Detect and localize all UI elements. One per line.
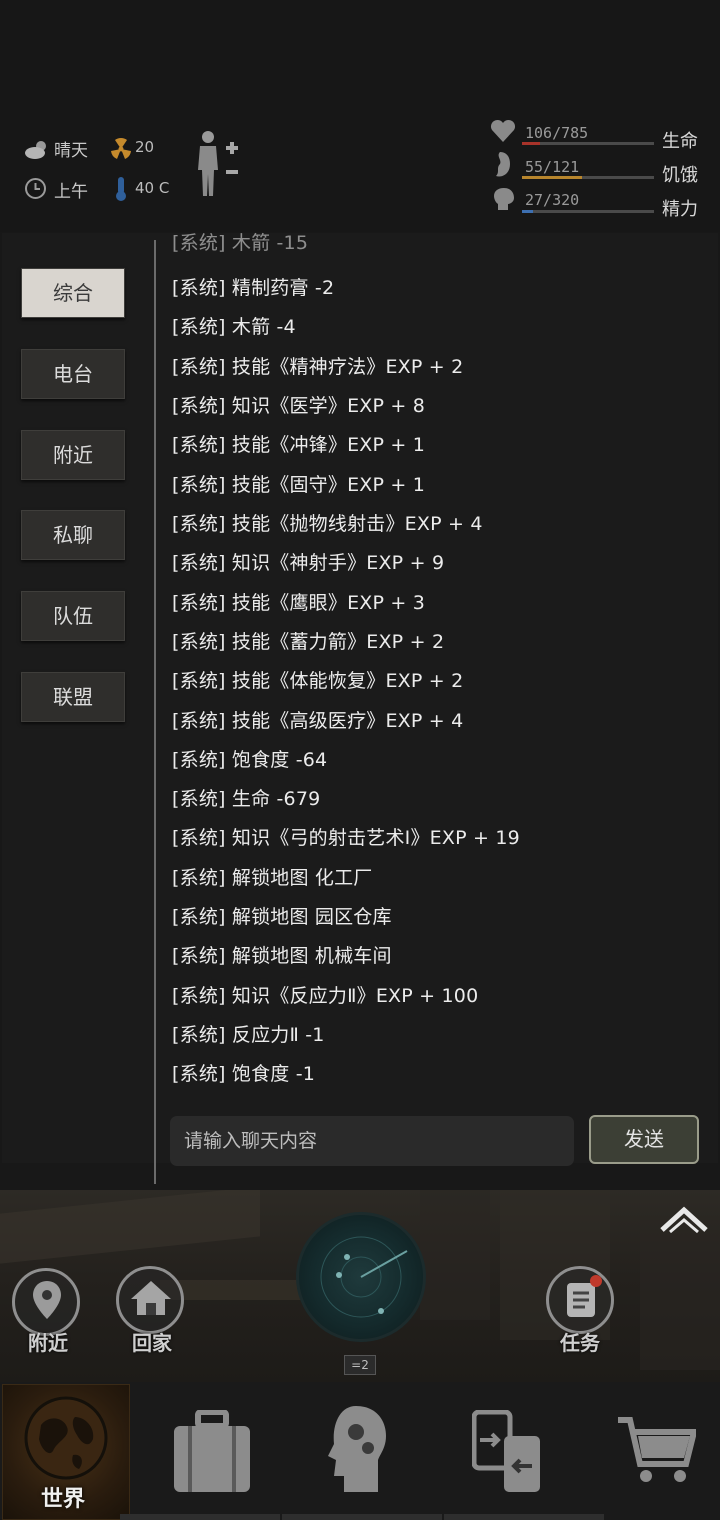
energy-label: 精力: [662, 199, 698, 220]
list-item: [系统] 知识《医学》EXP + 8: [172, 395, 426, 417]
tab-alliance[interactable]: 联盟: [21, 672, 125, 722]
health-label: 生命: [662, 131, 698, 152]
radar-icon: [320, 1236, 408, 1318]
suitcase-icon[interactable]: [172, 1410, 252, 1494]
list-item: [系统] 技能《固守》EXP + 1: [172, 474, 426, 496]
radar-button[interactable]: [296, 1212, 426, 1342]
head-icon: [494, 188, 514, 210]
nav-separator: [120, 1514, 280, 1520]
list-item: [系统] 技能《精神疗法》EXP + 2: [172, 356, 464, 378]
hunger-label: 饥饿: [662, 165, 698, 186]
list-item: [系统] 技能《高级医疗》EXP + 4: [172, 710, 464, 732]
status-bar: 晴天 20 上午 40 C 106/785 生命 55/121 饥饿 27/32…: [0, 0, 720, 232]
nearby-button[interactable]: [12, 1268, 80, 1336]
chevron-up-icon[interactable]: [660, 1204, 708, 1234]
radiation-value: 20: [135, 138, 155, 156]
list-item: [系统] 知识《反应力Ⅱ》EXP + 100: [172, 985, 479, 1007]
list-item: [系统] 技能《蓄力箭》EXP + 2: [172, 631, 445, 653]
send-button[interactable]: 发送: [589, 1115, 699, 1164]
list-item: [系统] 知识《神射手》EXP + 9: [172, 552, 445, 574]
list-item: [系统] 技能《冲锋》EXP + 1: [172, 434, 426, 456]
tab-radio[interactable]: 电台: [21, 349, 125, 399]
health-bar: [522, 142, 654, 145]
heart-icon: [490, 119, 516, 142]
hunger-bar: [522, 176, 654, 179]
nearby-label: 附近: [28, 1331, 68, 1355]
list-item: [系统] 生命 -679: [172, 788, 321, 810]
list-item: [系统] 反应力Ⅱ -1: [172, 1024, 325, 1046]
message-list[interactable]: [系统] 木箭 -15 [系统] 精制药膏 -2 [系统] 木箭 -4 [系统]…: [172, 232, 712, 1087]
body-icon[interactable]: [196, 130, 246, 198]
chat-input[interactable]: [170, 1116, 574, 1166]
brain-head-icon[interactable]: [326, 1404, 390, 1494]
clock-icon: [25, 178, 46, 199]
cart-icon[interactable]: [616, 1414, 696, 1486]
task-badge: [590, 1275, 602, 1287]
tab-general[interactable]: 综合: [21, 268, 125, 318]
list-item: [系统] 饱食度 -1: [172, 1063, 316, 1085]
task-button[interactable]: [546, 1266, 614, 1334]
list-item: [系统] 技能《抛物线射击》EXP + 4: [172, 513, 483, 535]
house-icon: [131, 1281, 171, 1315]
time-of-day-label: 上午: [54, 182, 88, 202]
nav-world-label: 世界: [41, 1487, 86, 1512]
list-item: [系统] 木箭 -4: [172, 316, 296, 338]
list-item: [系统] 饱食度 -64: [172, 749, 328, 771]
cloud-sun-icon: [25, 141, 46, 159]
list-item: [系统] 解锁地图 园区仓库: [172, 906, 392, 928]
health-value: 106/785: [525, 124, 589, 142]
home-button[interactable]: [116, 1266, 184, 1334]
map-pin-icon: [33, 1281, 61, 1319]
temperature-value: 40 C: [135, 179, 170, 197]
weather-label: 晴天: [54, 141, 88, 161]
home-label: 回家: [132, 1331, 172, 1355]
nav-separator: [282, 1514, 442, 1520]
nav-separator: [444, 1514, 604, 1520]
list-item: [系统] 知识《弓的射击艺术Ⅰ》EXP + 19: [172, 827, 520, 849]
stomach-icon: [496, 152, 510, 177]
radar-count: =2: [344, 1355, 376, 1375]
hunger-value: 55/121: [525, 158, 580, 176]
channel-divider: [154, 240, 156, 1184]
list-item: [系统] 技能《鹰眼》EXP + 3: [172, 592, 426, 614]
globe-icon: [24, 1396, 108, 1480]
tab-team[interactable]: 队伍: [21, 591, 125, 641]
list-item: [系统] 技能《体能恢复》EXP + 2: [172, 670, 464, 692]
nav-world[interactable]: 世界: [2, 1384, 130, 1520]
list-item: [系统] 解锁地图 机械车间: [172, 945, 392, 967]
energy-bar: [522, 210, 654, 213]
list-item: [系统] 精制药膏 -2: [172, 277, 335, 299]
task-label: 任务: [560, 1331, 600, 1355]
energy-value: 27/320: [525, 191, 580, 209]
thermometer-icon: [116, 177, 126, 201]
list-item: [系统] 木箭 -15: [172, 232, 309, 254]
list-item: [系统] 解锁地图 化工厂: [172, 867, 373, 889]
radiation-icon: [111, 138, 131, 159]
tab-nearby[interactable]: 附近: [21, 430, 125, 480]
tab-private[interactable]: 私聊: [21, 510, 125, 560]
swap-cards-icon[interactable]: [472, 1410, 544, 1494]
